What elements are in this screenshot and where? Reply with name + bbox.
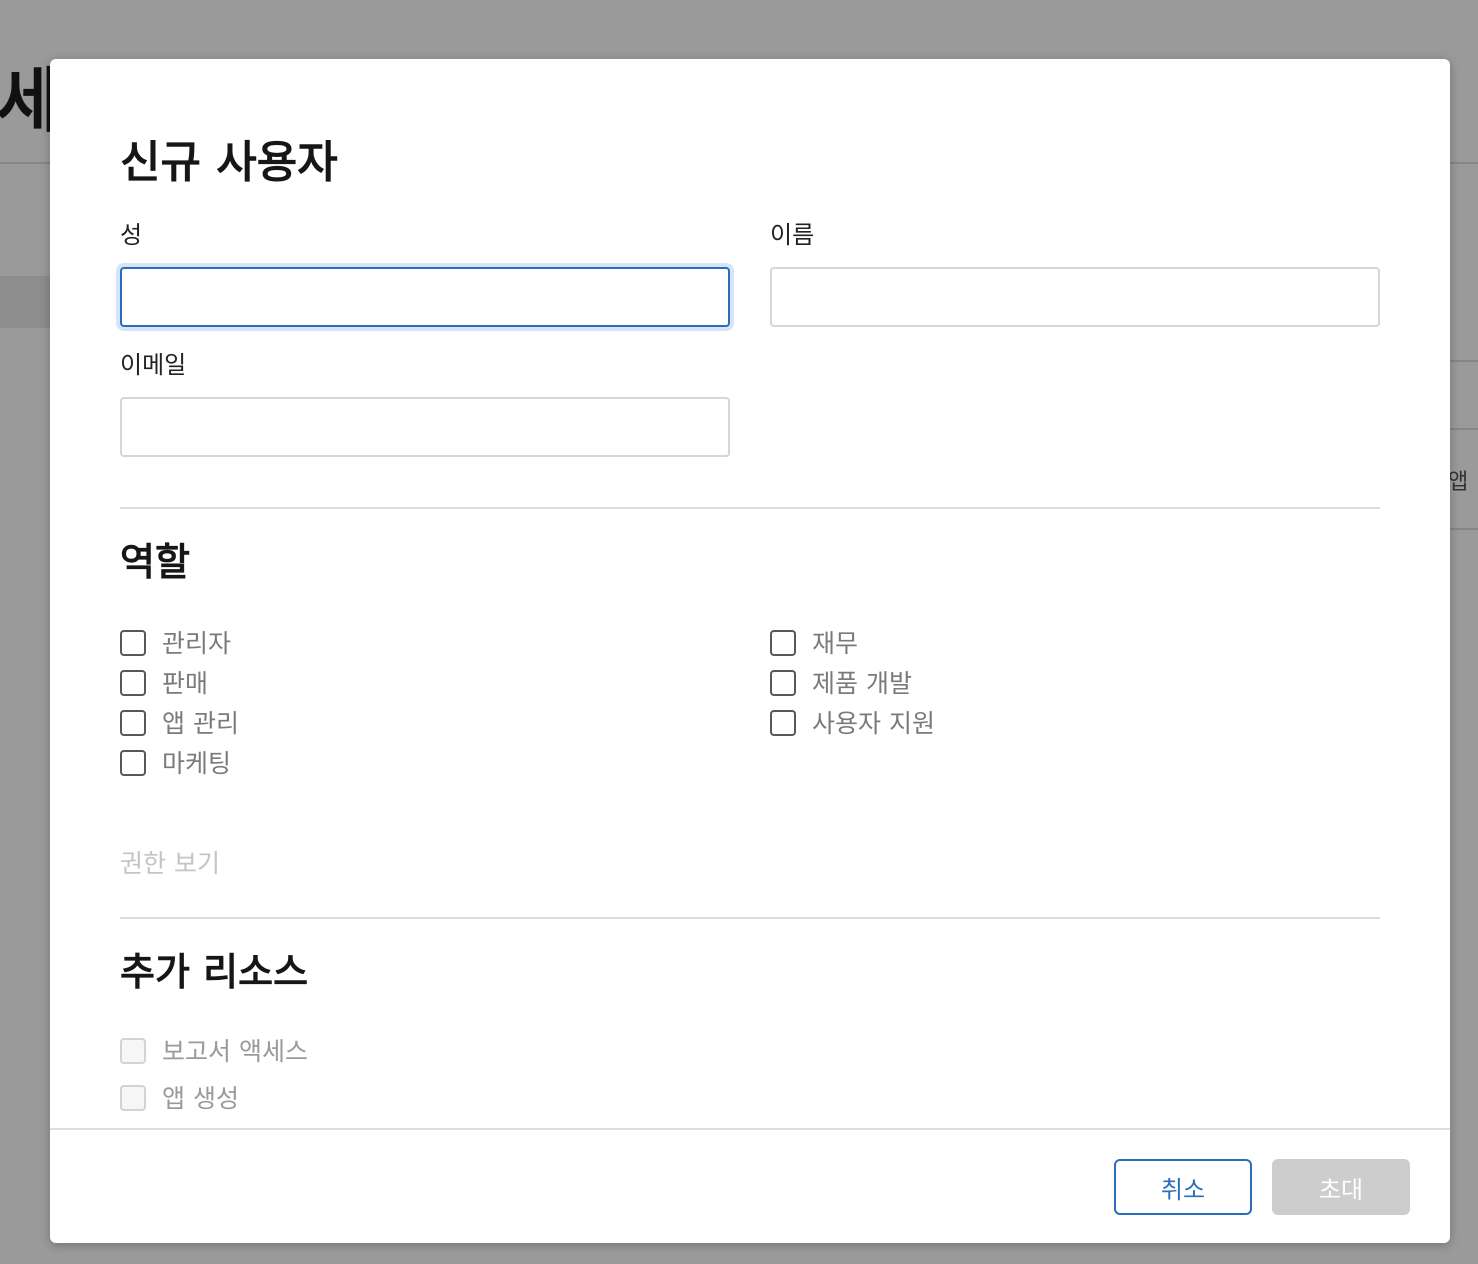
role-sales-checkbox[interactable]: 판매 xyxy=(120,668,208,698)
app-creation-checkbox: 앱 생성 xyxy=(120,1083,239,1113)
last-name-label: 성 xyxy=(120,221,143,249)
role-user-support-checkbox[interactable]: 사용자 지원 xyxy=(770,708,935,738)
checkbox-box[interactable] xyxy=(120,710,146,736)
email-input[interactable] xyxy=(120,397,730,457)
email-label: 이메일 xyxy=(120,351,187,379)
role-label: 관리자 xyxy=(162,628,232,658)
footer-divider xyxy=(50,1128,1450,1130)
role-admin-checkbox[interactable]: 관리자 xyxy=(120,628,231,658)
resource-label: 앱 생성 xyxy=(162,1083,239,1113)
new-user-dialog: 신규 사용자 성 이름 이메일 역할 관리자 판매 앱 관리 마케팅 재무 제품… xyxy=(50,59,1450,1243)
checkbox-box xyxy=(120,1038,146,1064)
role-label: 사용자 지원 xyxy=(812,708,935,738)
view-permissions-link: 권한 보기 xyxy=(120,849,220,878)
role-marketing-checkbox[interactable]: 마케팅 xyxy=(120,748,231,778)
role-finance-checkbox[interactable]: 재무 xyxy=(770,628,858,658)
first-name-input[interactable] xyxy=(770,267,1380,327)
additional-resources-heading: 추가 리소스 xyxy=(120,950,309,994)
section-divider xyxy=(120,507,1380,509)
invite-button[interactable]: 초대 xyxy=(1272,1159,1410,1215)
report-access-checkbox: 보고서 액세스 xyxy=(120,1036,308,1066)
cancel-button[interactable]: 취소 xyxy=(1114,1159,1252,1215)
role-label: 재무 xyxy=(812,628,859,658)
role-product-development-checkbox[interactable]: 제품 개발 xyxy=(770,668,912,698)
checkbox-box[interactable] xyxy=(120,750,146,776)
checkbox-box[interactable] xyxy=(770,630,796,656)
first-name-label: 이름 xyxy=(770,221,815,249)
checkbox-box[interactable] xyxy=(770,670,796,696)
role-app-management-checkbox[interactable]: 앱 관리 xyxy=(120,708,239,738)
checkbox-box[interactable] xyxy=(120,630,146,656)
checkbox-box xyxy=(120,1085,146,1111)
role-label: 제품 개발 xyxy=(812,668,912,698)
role-label: 마케팅 xyxy=(162,748,232,778)
checkbox-box[interactable] xyxy=(770,710,796,736)
role-label: 앱 관리 xyxy=(162,708,239,738)
section-divider xyxy=(120,917,1380,919)
last-name-input[interactable] xyxy=(120,267,730,327)
dialog-title: 신규 사용자 xyxy=(120,137,338,188)
resource-label: 보고서 액세스 xyxy=(162,1036,308,1066)
roles-heading: 역할 xyxy=(120,540,190,584)
checkbox-box[interactable] xyxy=(120,670,146,696)
background-table-cell: 앱 xyxy=(1448,470,1469,495)
role-label: 판매 xyxy=(162,668,209,698)
